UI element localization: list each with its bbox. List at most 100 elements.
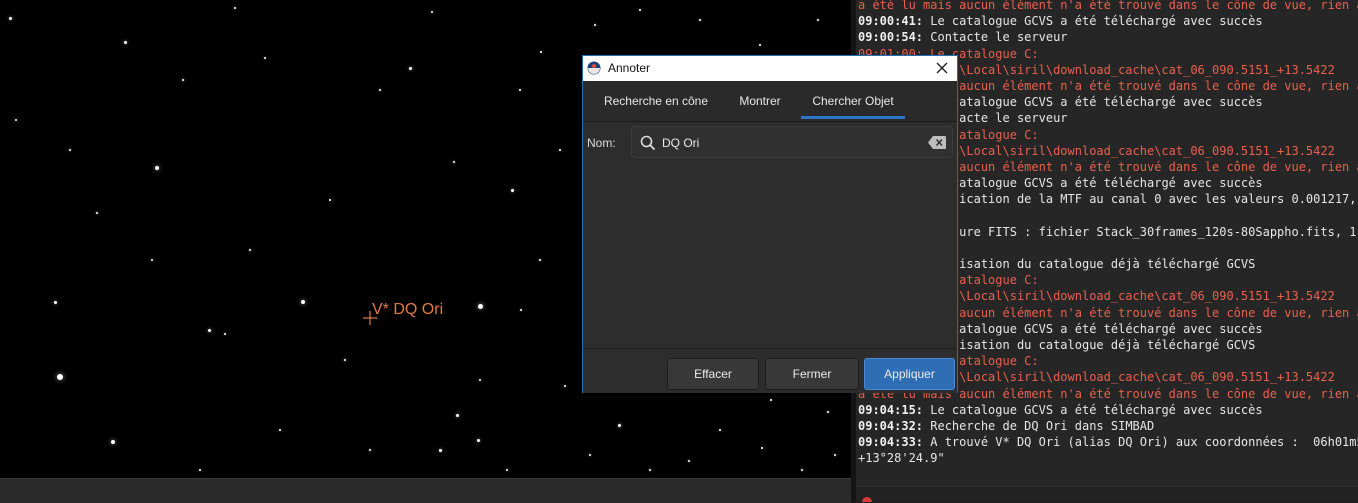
star	[559, 149, 561, 151]
console-line: 09:04:32: Recherche de DQ Ori dans SIMBA…	[858, 418, 1358, 434]
close-icon[interactable]	[933, 59, 951, 77]
console-timestamp: 09:04:32:	[858, 418, 924, 433]
console-message: Utilisation du catalogue déjà téléchargé…	[923, 257, 1256, 271]
star	[801, 469, 803, 471]
annotate-dialog: Annoter Recherche en cône Montrer Cherch…	[582, 55, 958, 393]
star	[264, 57, 266, 59]
star	[589, 454, 591, 456]
star	[408, 66, 412, 70]
console-message: Contacte le serveur	[923, 30, 1068, 45]
name-label: Nom:	[587, 136, 616, 150]
clear-text-icon[interactable]	[928, 136, 946, 149]
star	[453, 161, 455, 163]
console-message: a été lu mais aucun élément n'a été trou…	[858, 0, 1358, 12]
star	[301, 300, 305, 304]
star	[649, 469, 651, 471]
star	[540, 51, 542, 53]
dialog-button-row: Effacer Fermer Appliquer	[583, 348, 957, 393]
star	[57, 374, 63, 380]
console-line: 09:04:33: A trouvé V* DQ Ori (alias DQ O…	[858, 434, 1358, 450]
star	[8, 16, 12, 20]
console-message: Application de la MTF au canal 0 avec le…	[923, 192, 1358, 207]
siril-app-icon	[587, 61, 601, 75]
star	[761, 447, 763, 449]
star	[224, 333, 226, 335]
console-message: Utilisation du catalogue déjà téléchargé…	[923, 337, 1256, 352]
star	[431, 11, 433, 13]
object-annotation-label: V* DQ Ori	[372, 301, 444, 318]
dialog-titlebar[interactable]: Annoter	[583, 56, 957, 81]
star	[249, 249, 251, 251]
star	[477, 303, 483, 309]
tab-show[interactable]: Montrer	[731, 81, 789, 121]
console-message: +13°28'24.9"	[858, 451, 945, 466]
clear-button[interactable]: Effacer	[667, 358, 759, 390]
star	[639, 9, 641, 11]
star	[770, 399, 772, 401]
star	[379, 89, 381, 91]
star	[539, 259, 541, 261]
console-timestamp: 09:04:15:	[858, 402, 924, 417]
image-status-bar	[0, 478, 851, 503]
star	[719, 429, 721, 431]
console-line: a été lu mais aucun élément n'a été trou…	[858, 0, 1358, 13]
console-line: +13°28'24.9"	[858, 450, 1358, 466]
star	[151, 259, 153, 261]
star	[688, 460, 690, 462]
console-message: Le catalogue GCVS a été téléchargé avec …	[923, 321, 1263, 336]
star	[455, 413, 459, 417]
star	[155, 166, 159, 170]
star	[234, 7, 236, 9]
console-message: Le catalogue GCVS a été téléchargé avec …	[923, 95, 1263, 110]
star	[817, 19, 819, 21]
star	[479, 379, 481, 381]
console-line: 09:00:54: Contacte le serveur	[858, 29, 1358, 45]
console-message: A trouvé V* DQ Ori (alias DQ Ori) aux co…	[923, 435, 1358, 450]
star	[476, 438, 480, 442]
console-message: Recherche de DQ Ori dans SIMBAD	[923, 418, 1155, 433]
star	[699, 19, 701, 21]
dialog-title: Annoter	[608, 61, 651, 75]
star	[617, 423, 621, 427]
object-search-input[interactable]: DQ Ori	[631, 126, 953, 158]
console-message: Le catalogue GCVS a été téléchargé avec …	[923, 14, 1263, 29]
star	[564, 385, 566, 387]
star	[123, 40, 127, 44]
console-timestamp: 09:00:54:	[858, 30, 924, 45]
star	[834, 454, 836, 456]
tab-search-object[interactable]: Chercher Objet	[801, 81, 905, 121]
star	[279, 429, 281, 431]
star	[329, 199, 331, 201]
console-timestamp: 09:04:33:	[858, 435, 924, 450]
star	[111, 440, 115, 444]
star	[506, 469, 508, 471]
star	[759, 44, 761, 46]
star	[207, 328, 211, 332]
star	[519, 89, 521, 91]
close-button[interactable]: Fermer	[765, 358, 859, 390]
star	[594, 24, 596, 26]
star	[69, 149, 71, 151]
console-message: Le catalogue GCVS a été téléchargé avec …	[923, 176, 1263, 191]
tab-cone-search[interactable]: Recherche en cône	[595, 81, 717, 121]
search-value: DQ Ori	[662, 136, 700, 150]
star	[182, 79, 184, 81]
console-message: Le catalogue GCVS a été téléchargé avec …	[923, 402, 1263, 417]
status-dot-icon	[862, 497, 872, 502]
star	[438, 448, 442, 452]
dialog-tabs: Recherche en cône Montrer Chercher Objet	[583, 81, 957, 122]
star	[369, 449, 371, 451]
console-footer	[856, 486, 1358, 502]
console-message: Lecture FITS : fichier Stack_30frames_12…	[923, 224, 1358, 239]
console-line: 09:00:41: Le catalogue GCVS a été téléch…	[858, 13, 1358, 29]
star	[53, 300, 57, 304]
console-timestamp: 09:00:41:	[858, 14, 924, 29]
star	[520, 309, 522, 311]
star	[199, 469, 201, 471]
search-icon	[640, 135, 656, 151]
console-line: 09:04:15: Le catalogue GCVS a été téléch…	[858, 402, 1358, 418]
star	[510, 188, 514, 192]
star	[344, 359, 346, 361]
star	[15, 119, 17, 121]
apply-button[interactable]: Appliquer	[864, 358, 955, 390]
